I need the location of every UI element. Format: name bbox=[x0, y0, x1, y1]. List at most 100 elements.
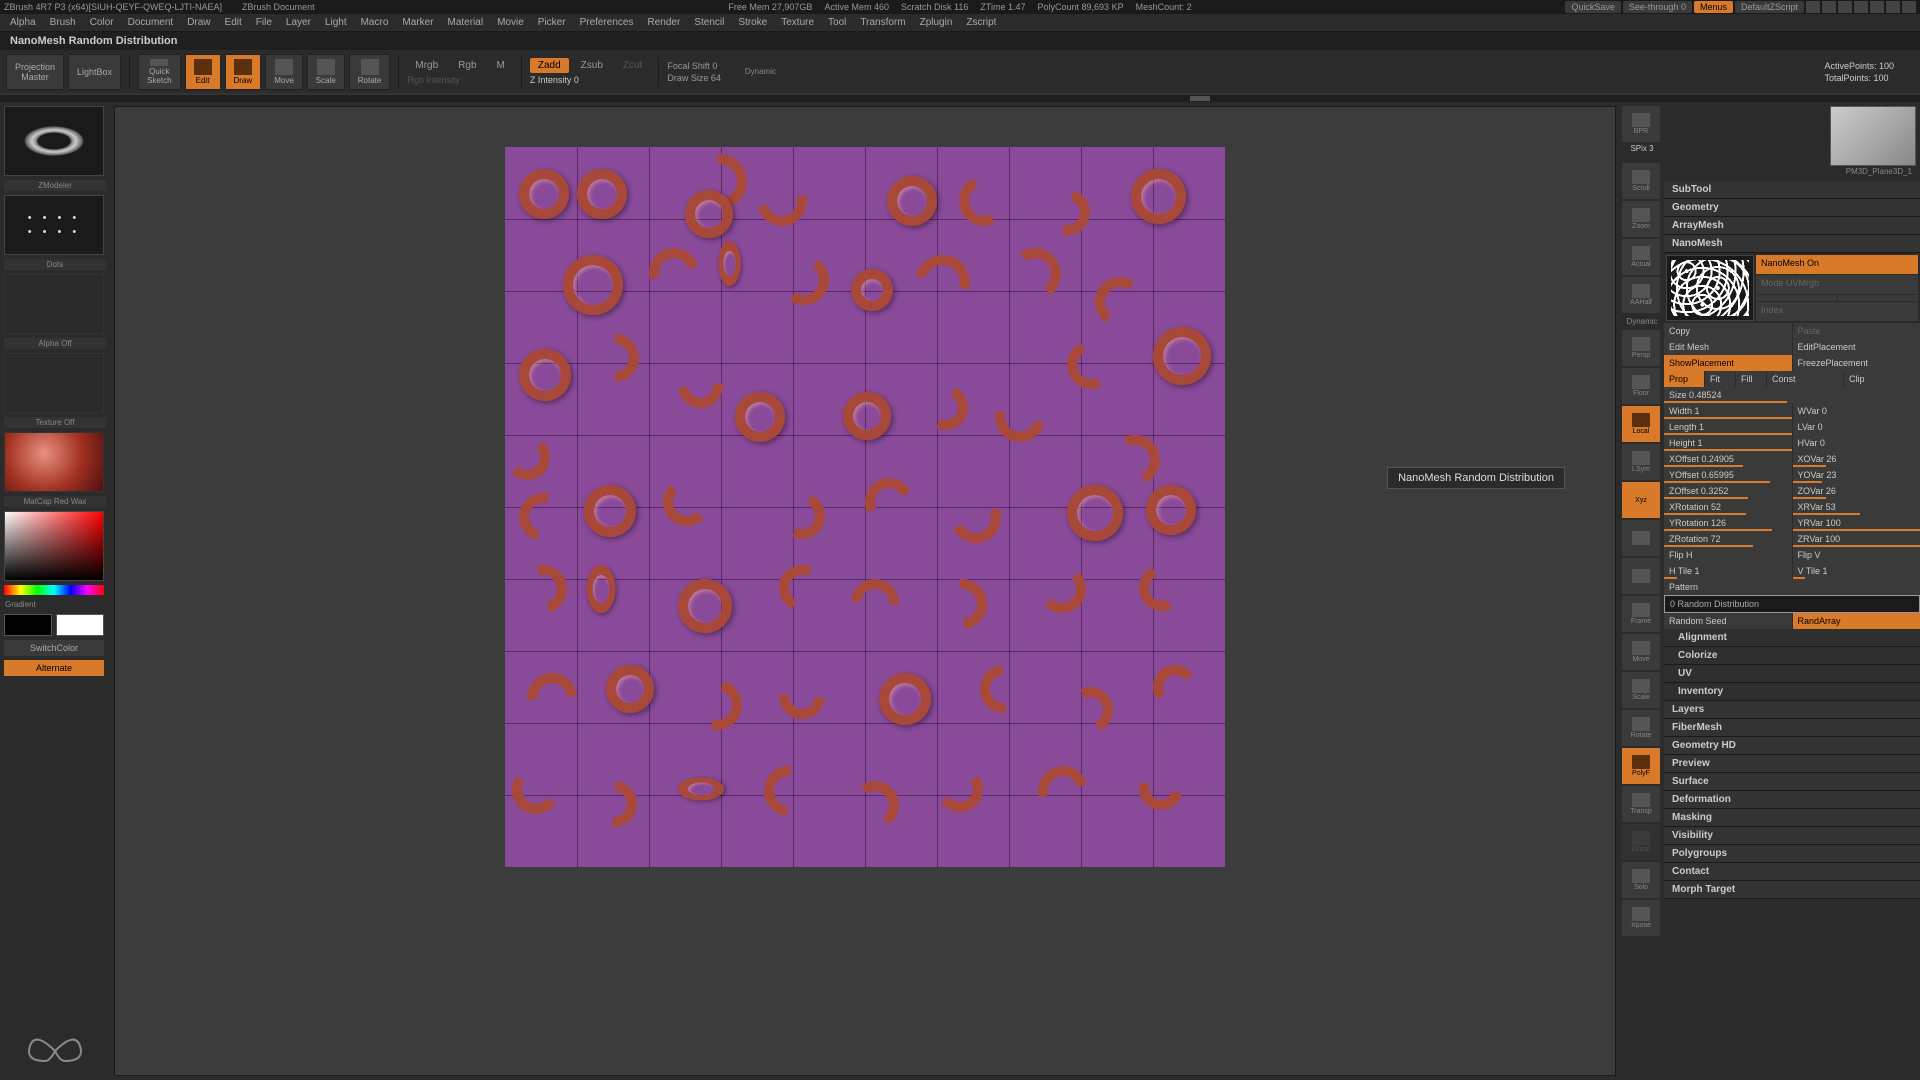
focal-shift-slider[interactable]: Focal Shift 0 bbox=[667, 61, 721, 71]
canvas-viewport[interactable]: NanoMesh Random Distribution bbox=[114, 106, 1616, 1076]
menu-transform[interactable]: Transform bbox=[854, 15, 911, 30]
pattern-slider[interactable]: Pattern bbox=[1664, 579, 1920, 595]
material-thumbnail[interactable] bbox=[4, 432, 104, 492]
zadd-tab[interactable]: Zadd bbox=[530, 58, 569, 73]
random-seed-button[interactable]: Random Seed bbox=[1664, 613, 1792, 629]
scale-button[interactable]: Scale bbox=[307, 54, 345, 90]
zoffset-slider[interactable]: ZOffset 0.3252 bbox=[1664, 483, 1792, 499]
yovar-slider[interactable]: YOVar 23 bbox=[1793, 467, 1920, 483]
alternate-button[interactable]: Alternate bbox=[4, 660, 104, 676]
center-button[interactable] bbox=[1622, 558, 1660, 594]
menu-zscript[interactable]: Zscript bbox=[960, 15, 1002, 30]
menu-color[interactable]: Color bbox=[84, 15, 120, 30]
scale-nav-button[interactable]: Scale bbox=[1622, 672, 1660, 708]
lsym-button[interactable]: LSym bbox=[1622, 444, 1660, 480]
clip-tab[interactable]: Clip bbox=[1844, 371, 1920, 387]
editmesh-button[interactable]: Edit Mesh bbox=[1664, 339, 1792, 355]
zsub-tab[interactable]: Zsub bbox=[573, 58, 611, 73]
draw-size-slider[interactable]: Draw Size 64 bbox=[667, 73, 721, 83]
nanomesh-thumbnail[interactable] bbox=[1666, 255, 1754, 321]
menu-light[interactable]: Light bbox=[319, 15, 353, 30]
nanomesh-on-button[interactable]: NanoMesh On bbox=[1756, 255, 1918, 274]
transp-button[interactable]: Transp bbox=[1622, 786, 1660, 822]
rotate-button[interactable]: Rotate bbox=[349, 54, 391, 90]
move-nav-button[interactable]: Move bbox=[1622, 634, 1660, 670]
menu-stencil[interactable]: Stencil bbox=[688, 15, 730, 30]
wvar-slider[interactable]: WVar 0 bbox=[1793, 403, 1920, 419]
swatch-white[interactable] bbox=[56, 614, 104, 636]
section-subtool[interactable]: SubTool bbox=[1664, 181, 1920, 199]
swatch-black[interactable] bbox=[4, 614, 52, 636]
floor-button[interactable]: Floor bbox=[1622, 368, 1660, 404]
rgb-intensity-slider[interactable]: Rgb Intensity bbox=[407, 75, 513, 85]
zintensity-slider[interactable]: Z Intensity 0 bbox=[530, 75, 650, 85]
freezeplacement-button[interactable]: FreezePlacement bbox=[1793, 355, 1920, 371]
hvar-slider[interactable]: HVar 0 bbox=[1793, 435, 1920, 451]
mode-uvmrgb[interactable]: Mode UVMrgb bbox=[1756, 275, 1918, 294]
window-icon[interactable] bbox=[1838, 1, 1852, 13]
section-masking[interactable]: Masking bbox=[1664, 809, 1920, 827]
size-slider[interactable]: Size 0.48524 bbox=[1664, 387, 1920, 403]
local-button[interactable]: Local bbox=[1622, 406, 1660, 442]
copy-button[interactable]: Copy bbox=[1664, 323, 1792, 339]
section-colorize[interactable]: Colorize bbox=[1664, 647, 1920, 665]
aahalf-button[interactable]: AAHalf bbox=[1622, 277, 1660, 313]
zcut-tab[interactable]: Zcut bbox=[615, 58, 650, 73]
section-surface[interactable]: Surface bbox=[1664, 773, 1920, 791]
const-tab[interactable]: Const bbox=[1767, 371, 1843, 387]
section-inventory[interactable]: Inventory bbox=[1664, 683, 1920, 701]
section-morphtarget[interactable]: Morph Target bbox=[1664, 881, 1920, 899]
frame-button[interactable]: Frame bbox=[1622, 596, 1660, 632]
menu-macro[interactable]: Macro bbox=[355, 15, 395, 30]
solo-button[interactable]: Solo bbox=[1622, 862, 1660, 898]
window-icon[interactable] bbox=[1854, 1, 1868, 13]
hue-strip[interactable] bbox=[4, 585, 104, 595]
section-nanomesh[interactable]: NanoMesh bbox=[1664, 235, 1920, 253]
quicksketch-button[interactable]: Quick Sketch bbox=[138, 54, 180, 90]
section-geometry[interactable]: Geometry bbox=[1664, 199, 1920, 217]
section-geometryhd[interactable]: Geometry HD bbox=[1664, 737, 1920, 755]
rotate-nav-button[interactable]: Rotate bbox=[1622, 710, 1660, 746]
menu-texture[interactable]: Texture bbox=[775, 15, 820, 30]
tool-thumbnail[interactable] bbox=[1830, 106, 1916, 166]
height-slider[interactable]: Height 1 bbox=[1664, 435, 1792, 451]
seethrough-slider[interactable]: See-through 0 bbox=[1623, 1, 1692, 13]
gradient-label[interactable]: Gradient bbox=[4, 599, 106, 610]
move-button[interactable]: Move bbox=[265, 54, 303, 90]
bpr-button[interactable]: BPR bbox=[1622, 106, 1660, 142]
yrotation-slider[interactable]: YRotation 126 bbox=[1664, 515, 1792, 531]
menu-layer[interactable]: Layer bbox=[280, 15, 317, 30]
section-alignment[interactable]: Alignment bbox=[1664, 629, 1920, 647]
scroll-button[interactable]: Scroll bbox=[1622, 163, 1660, 199]
xpose-button[interactable]: Xpose bbox=[1622, 900, 1660, 936]
menu-material[interactable]: Material bbox=[442, 15, 490, 30]
script-button[interactable]: DefaultZScript bbox=[1735, 1, 1804, 13]
prop-tab[interactable]: Prop bbox=[1664, 371, 1704, 387]
ghost-button[interactable]: Ghost bbox=[1622, 824, 1660, 860]
xovar-slider[interactable]: XOVar 26 bbox=[1793, 451, 1920, 467]
menu-stroke[interactable]: Stroke bbox=[732, 15, 773, 30]
projection-master-button[interactable]: Projection Master bbox=[6, 54, 64, 90]
draw-button[interactable]: Draw bbox=[225, 54, 262, 90]
showplacement-button[interactable]: ShowPlacement bbox=[1664, 355, 1792, 371]
gizmo-1[interactable] bbox=[1756, 295, 1837, 301]
shelf-scroll[interactable] bbox=[0, 94, 1920, 102]
yoffset-slider[interactable]: YOffset 0.65995 bbox=[1664, 467, 1792, 483]
gizmo-2[interactable] bbox=[1838, 295, 1919, 301]
menu-file[interactable]: File bbox=[250, 15, 278, 30]
xrvar-slider[interactable]: XRVar 53 bbox=[1793, 499, 1920, 515]
index-label[interactable]: Index bbox=[1756, 302, 1918, 321]
xrotation-slider[interactable]: XRotation 52 bbox=[1664, 499, 1792, 515]
vtile-slider[interactable]: V Tile 1 bbox=[1793, 563, 1920, 579]
mrgb-tab[interactable]: Mrgb bbox=[407, 58, 446, 73]
zrotation-slider[interactable]: ZRotation 72 bbox=[1664, 531, 1792, 547]
alpha-thumbnail[interactable] bbox=[4, 274, 104, 334]
paste-button[interactable]: Paste bbox=[1793, 323, 1920, 339]
zoom-button[interactable]: Zoom bbox=[1622, 201, 1660, 237]
editplacement-button[interactable]: EditPlacement bbox=[1793, 339, 1920, 355]
menu-alpha[interactable]: Alpha bbox=[4, 15, 42, 30]
persp-button[interactable]: Persp bbox=[1622, 330, 1660, 366]
brush-thumbnail[interactable] bbox=[4, 106, 104, 176]
menu-preferences[interactable]: Preferences bbox=[574, 15, 640, 30]
fliph-button[interactable]: Flip H bbox=[1664, 547, 1792, 563]
